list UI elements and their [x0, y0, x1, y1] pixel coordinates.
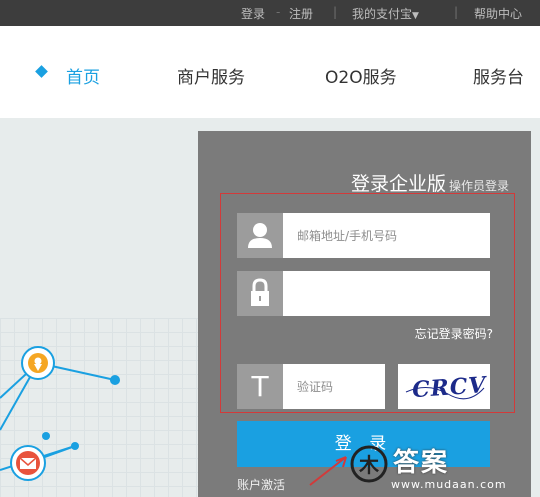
- watermark-brand: 答案: [393, 448, 450, 478]
- my-alipay-label: 我的支付宝: [352, 7, 413, 21]
- main-nav: 首页 商户服务 O2O服务 服务台: [0, 26, 540, 119]
- separator-dash: -: [276, 5, 281, 19]
- password-field[interactable]: [237, 271, 490, 316]
- network-graph: [0, 346, 120, 481]
- user-icon: [237, 213, 283, 258]
- graph-node: [71, 442, 79, 450]
- login-link[interactable]: 登录: [241, 5, 265, 22]
- account-activation-link[interactable]: 账户激活: [237, 476, 285, 493]
- svg-text:木: 木: [358, 453, 380, 477]
- captcha-image[interactable]: CRCV: [398, 364, 490, 409]
- nav-service-desk[interactable]: 服务台: [473, 63, 524, 88]
- watermark: 木 答案 www.mudaan.com: [345, 440, 540, 497]
- location-pin-icon: [21, 346, 55, 380]
- login-title-text: 登录企业版: [350, 173, 446, 195]
- watermark-url: www.mudaan.com: [391, 478, 507, 491]
- captcha-glyphs: CRCV: [405, 372, 488, 403]
- nav-o2o-services[interactable]: O2O服务: [325, 63, 397, 88]
- top-utility-bar: 登录 - 注册 | 我的支付宝▼ | 帮助中心: [0, 0, 540, 26]
- caret-down-icon: ▼: [412, 11, 419, 21]
- separator-bar: |: [454, 5, 459, 19]
- active-diamond-icon: [35, 65, 48, 78]
- graph-node: [42, 432, 50, 440]
- graph-node: [110, 375, 120, 385]
- account-field[interactable]: 邮箱地址/手机号码: [237, 213, 490, 258]
- account-placeholder: 邮箱地址/手机号码: [297, 229, 398, 243]
- login-title: 登录企业版 操作员登录: [351, 169, 509, 196]
- register-link[interactable]: 注册: [289, 5, 313, 22]
- lock-icon: [237, 271, 283, 316]
- separator-bar: |: [333, 5, 338, 19]
- captcha-field[interactable]: T 验证码: [237, 364, 385, 409]
- captcha-placeholder: 验证码: [297, 380, 334, 394]
- text-t-icon: T: [237, 364, 283, 409]
- nav-home[interactable]: 首页: [66, 63, 100, 88]
- operator-login-link[interactable]: 操作员登录: [449, 179, 509, 193]
- watermark-logo-icon: 木: [350, 445, 388, 483]
- help-center-link[interactable]: 帮助中心: [474, 5, 522, 22]
- forgot-password-link[interactable]: 忘记登录密码?: [415, 325, 493, 342]
- nav-merchant-services[interactable]: 商户服务: [177, 63, 245, 88]
- mail-icon: [10, 445, 46, 481]
- my-alipay-menu[interactable]: 我的支付宝▼: [352, 5, 419, 22]
